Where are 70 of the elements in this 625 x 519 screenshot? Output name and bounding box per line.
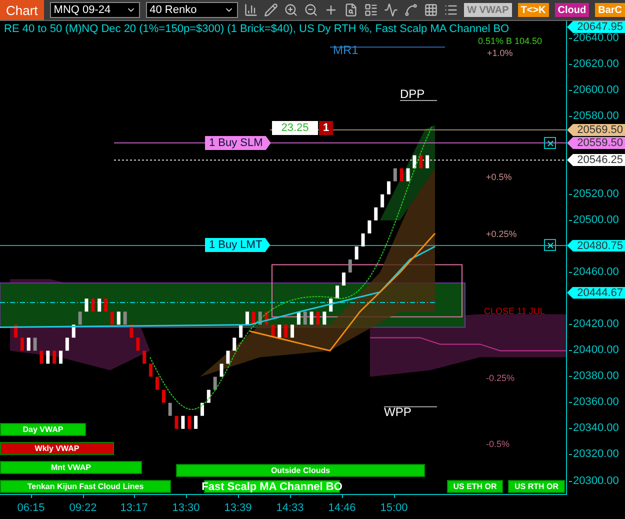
price-marker: 20569.50	[567, 124, 625, 136]
time-tick: 14:46	[328, 502, 356, 514]
pencil-icon[interactable]	[264, 3, 278, 17]
toolbar-toggle[interactable]: Cloud	[554, 3, 590, 17]
price-marker: 20559.50	[567, 137, 625, 149]
price-tick: 20640.00	[569, 32, 619, 44]
chart-label: DPP	[400, 89, 425, 100]
price-tick: 20320.00	[569, 449, 619, 460]
document-search-icon[interactable]	[344, 3, 358, 17]
price-tick: 20380.00	[569, 371, 619, 382]
grid-icon[interactable]	[424, 3, 438, 17]
chart-label: +0.5%	[486, 172, 512, 183]
price-marker: 20647.95	[567, 21, 625, 33]
chart-label: 0.51% B 104.50	[478, 36, 542, 47]
price-tick: 20360.00	[569, 397, 619, 408]
panel-icon[interactable]	[364, 3, 378, 17]
price-tick: 20600.00	[569, 84, 619, 96]
indicator-toggle[interactable]: Wkly VWAP	[0, 442, 114, 455]
position-pnl: 23.25	[272, 121, 318, 135]
close-icon[interactable]	[544, 137, 556, 149]
chart-label: +1.0%	[487, 48, 513, 59]
price-tick: 20300.00	[569, 476, 619, 487]
zoom-out-icon[interactable]	[304, 3, 318, 17]
pivot-line	[400, 100, 438, 102]
time-tick: 14:33	[276, 502, 304, 514]
time-tick: 13:17	[120, 502, 148, 514]
price-tick: 20420.00	[569, 319, 619, 330]
price-marker: 20480.75	[567, 240, 625, 252]
indicator-toggle[interactable]: Day VWAP	[0, 423, 86, 436]
chart-label: CLOSE 11 JUL	[484, 306, 545, 317]
price-tick: 20520.00	[569, 188, 619, 200]
chart-label: MR1	[333, 45, 358, 56]
chart-tab[interactable]: Chart	[0, 0, 44, 20]
toolbar-toggle[interactable]: W VWAP	[464, 3, 512, 17]
time-tick: 13:30	[172, 502, 200, 514]
price-tick: 20500.00	[569, 214, 619, 226]
price-tick: 20460.00	[569, 267, 619, 278]
chart-label: WPP	[384, 407, 412, 418]
toolbar-toggle[interactable]: BarC	[595, 3, 625, 17]
indicator-toggle[interactable]: Mnt VWAP	[0, 461, 142, 474]
close-icon[interactable]	[544, 239, 556, 251]
list-icon[interactable]	[444, 3, 458, 17]
time-tick: 13:39	[224, 502, 252, 514]
toolbar-toggle[interactable]: T<>K	[518, 3, 549, 17]
time-tick: 06:15	[17, 502, 45, 514]
price-tick: 20340.00	[569, 423, 619, 434]
pivot-line	[384, 406, 438, 408]
time-tick: 09:22	[69, 502, 97, 514]
zoom-in-icon[interactable]	[284, 3, 298, 17]
bar-type-dropdown[interactable]: 40 Renko	[146, 2, 238, 18]
crosshair-icon[interactable]	[324, 3, 338, 17]
indicator-toggle[interactable]: Tenkan Kijun Fast Cloud Lines	[0, 480, 171, 493]
position-quantity: 1	[319, 121, 333, 135]
price-marker: 20444.67	[567, 286, 625, 299]
bar-chart-icon[interactable]	[244, 3, 258, 17]
price-tick: 20400.00	[569, 345, 619, 356]
chart-label: -0.25%	[486, 373, 515, 384]
chart-title: RE 40 to 50 (M)NQ Dec 20 (1%=150p=$300) (1 Brick=$40), US Dy RTH %, Fast Scalp MA Channel BO	[4, 23, 510, 35]
price-tick: 20620.00	[569, 58, 619, 70]
time-tick: 15:00	[380, 502, 408, 514]
order-tag[interactable]: 1 Buy LMT	[205, 238, 270, 252]
indicator-toggle[interactable]: US RTH OR	[508, 480, 565, 493]
instrument-dropdown[interactable]: MNQ 09-24	[50, 2, 140, 18]
chart-label: -0.5%	[486, 439, 510, 450]
price-marker: 20546.25	[567, 154, 625, 166]
indicator-toggle[interactable]: US ETH OR	[447, 480, 503, 493]
price-tick: 20580.00	[569, 110, 619, 122]
indicator-toggle[interactable]: Outside Clouds	[176, 464, 425, 477]
chart-label: +0.25%	[486, 229, 517, 240]
order-tag[interactable]: 1 Buy SLM	[205, 136, 271, 150]
